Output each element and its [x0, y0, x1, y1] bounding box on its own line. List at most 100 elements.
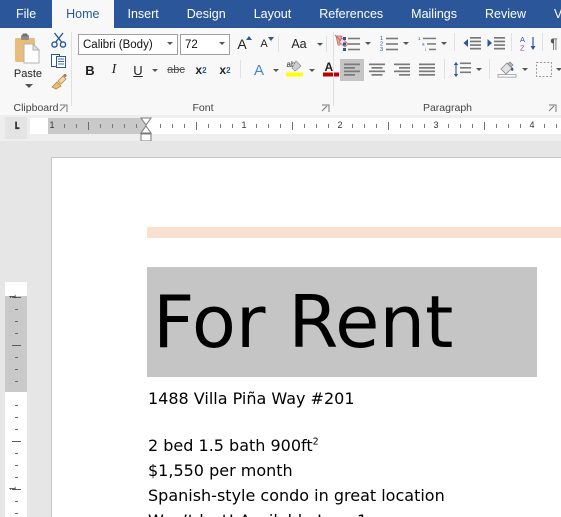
copy-button[interactable] [50, 52, 70, 71]
underline-caret[interactable] [149, 60, 160, 80]
subscript-sub: 2 [202, 65, 207, 75]
numbering-button[interactable]: 1 2 3 [378, 33, 400, 53]
highlight-button[interactable]: ab [284, 58, 306, 78]
sort-button[interactable]: A Z [518, 33, 540, 53]
multilevel-list-button[interactable]: 1 a i [416, 33, 438, 53]
font-size-value: 72 [185, 38, 198, 51]
shading-caret[interactable] [519, 59, 530, 79]
underline-label: U [133, 62, 143, 78]
font-name-caret[interactable] [163, 35, 177, 52]
cut-button[interactable] [50, 31, 70, 50]
text-effects-label: A [253, 61, 264, 79]
tab-home-label: Home [66, 7, 100, 21]
decrease-indent-button[interactable] [461, 33, 483, 53]
ribbon-group-clipboard: Paste Clipboard [0, 28, 72, 115]
numbering-caret[interactable] [400, 33, 411, 53]
underline-button[interactable]: U [128, 60, 148, 80]
superscript-button[interactable]: x2 [214, 60, 236, 80]
ruler-number: 3 [433, 120, 439, 130]
format-painter-button[interactable] [50, 73, 70, 92]
tab-file-label: File [16, 7, 37, 21]
paragraph-group-label: Paragraph [422, 102, 473, 114]
tab-home[interactable]: Home [52, 0, 114, 28]
line-spacing-button[interactable] [451, 59, 473, 79]
tab-view[interactable]: Vi [540, 0, 561, 28]
ruler-number: 4 [529, 120, 535, 130]
borders-icon [535, 61, 553, 78]
tab-review-label: Review [485, 7, 527, 21]
justify-button[interactable] [415, 59, 439, 81]
highlight-caret[interactable] [306, 60, 317, 80]
svg-text:1: 1 [418, 36, 421, 41]
tab-stop-glyph: ┗ [12, 122, 20, 135]
highlighted-empty-line [147, 227, 561, 238]
text-effects-button[interactable]: A [248, 60, 270, 80]
grow-font-arrow-icon [246, 36, 252, 40]
highlight-icon: ab [285, 58, 305, 78]
bullets-caret[interactable] [362, 33, 373, 53]
ribbon-tab-strip: File Home Insert Design Layout Reference… [0, 0, 561, 28]
document-area: 1 1 2 For Rent 1488 Villa Piña Way #201 [0, 141, 561, 517]
paragraph-dialog-launcher[interactable] [548, 104, 557, 113]
shading-button[interactable] [495, 59, 519, 79]
bullets-button[interactable] [340, 33, 362, 53]
strikethrough-button[interactable]: abc [164, 60, 188, 80]
multilevel-list-caret[interactable] [438, 33, 449, 53]
ruler-number: 1 [49, 120, 55, 130]
change-case-label: Aa [291, 37, 307, 51]
change-case-caret[interactable] [314, 34, 325, 54]
text-effects-caret[interactable] [270, 60, 281, 80]
increase-indent-button[interactable] [485, 33, 507, 53]
grow-font-button[interactable]: A [232, 34, 252, 54]
svg-text:Z: Z [520, 43, 525, 52]
font-group-label: Font [192, 102, 214, 114]
superscript-label: x [219, 63, 227, 77]
font-name-combo[interactable]: Calibri (Body) [78, 34, 178, 55]
font-dialog-launcher[interactable] [321, 104, 330, 113]
italic-label: I [111, 62, 117, 77]
tab-layout[interactable]: Layout [240, 0, 306, 28]
paste-button[interactable]: Paste [6, 32, 50, 94]
clipboard-dialog-launcher[interactable] [59, 104, 68, 113]
horizontal-ruler[interactable]: 1 1 2 3 4 [30, 118, 561, 134]
tab-layout-label: Layout [253, 7, 292, 21]
subscript-button[interactable]: x2 [190, 60, 212, 80]
align-right-button[interactable] [390, 59, 414, 81]
pilcrow-icon: ¶ [550, 35, 558, 51]
font-size-caret[interactable] [215, 35, 229, 52]
tab-insert[interactable]: Insert [114, 0, 173, 28]
svg-text:3: 3 [380, 47, 383, 52]
superscript-sup: 2 [226, 65, 231, 75]
vertical-ruler[interactable]: 1 1 2 [5, 282, 27, 517]
vruler-number: 1 [8, 486, 18, 491]
italic-button[interactable]: I [104, 60, 124, 80]
bold-button[interactable]: B [80, 60, 100, 80]
numbered-list-icon: 1 2 3 [380, 35, 399, 52]
svg-text:a: a [422, 41, 425, 46]
strikethrough-label: abc [167, 64, 185, 76]
document-page[interactable]: For Rent 1488 Villa Piña Way #201 2 bed … [51, 157, 561, 517]
borders-caret[interactable] [553, 59, 561, 79]
top-margin-region [5, 296, 27, 392]
align-center-button[interactable] [365, 59, 389, 81]
tab-references[interactable]: References [305, 0, 397, 28]
tab-file[interactable]: File [0, 0, 53, 28]
tab-review[interactable]: Review [471, 0, 540, 28]
align-left-button[interactable] [340, 59, 364, 81]
line-spacing-caret[interactable] [473, 59, 484, 79]
show-formatting-marks-button[interactable]: ¶ [546, 33, 561, 53]
scissors-icon [50, 31, 70, 49]
tab-mailings[interactable]: Mailings [397, 0, 471, 28]
font-size-combo[interactable]: 72 [180, 34, 230, 55]
increase-indent-icon [486, 35, 506, 52]
paste-dropdown-caret[interactable] [25, 84, 33, 88]
tab-view-label: Vi [554, 7, 561, 21]
ruler-bar: ┗ 1 1 2 3 4 [0, 115, 561, 142]
tab-design[interactable]: Design [173, 0, 240, 28]
ruler-number: 2 [337, 120, 343, 130]
document-line: Spanish-style condo in great location [148, 486, 445, 505]
change-case-button[interactable]: Aa [284, 34, 314, 54]
borders-button[interactable] [533, 59, 555, 79]
shrink-font-button[interactable]: A [254, 34, 274, 54]
tab-stop-selector[interactable]: ┗ [5, 117, 27, 139]
